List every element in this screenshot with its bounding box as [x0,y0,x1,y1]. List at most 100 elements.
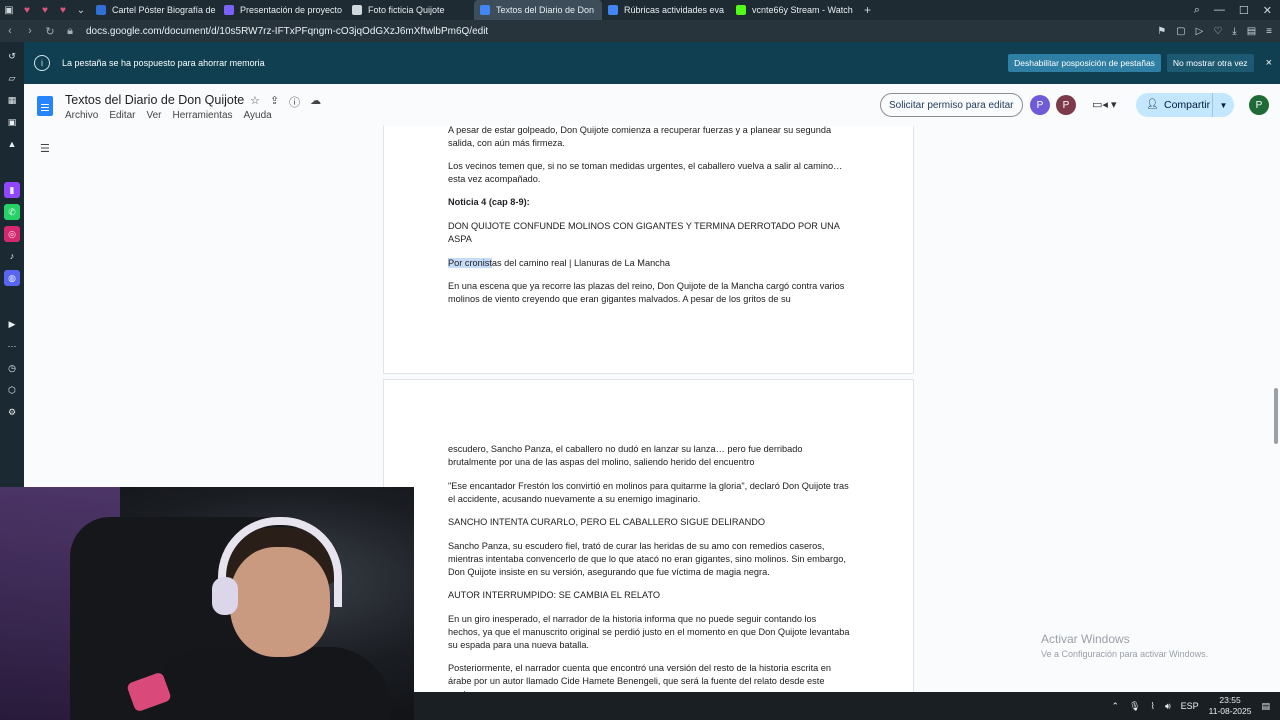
scrollbar[interactable] [1274,388,1278,444]
lock-icon: 🔒︎ [67,24,73,37]
instagram-icon[interactable]: ◎ [4,226,20,242]
player-icon[interactable]: ▶ [4,316,20,332]
tab-label: Presentación de proyecto [240,5,343,15]
clock-date: 11-08-2025 [1208,706,1252,716]
browser-tab[interactable]: Textos del Diario de Don [474,0,602,20]
request-edit-button[interactable]: Solicitar permiso para editar [880,93,1023,117]
favicon-icon [352,5,362,15]
favicon-icon [608,5,618,15]
details-icon[interactable]: ⓘ [289,94,300,110]
share-button[interactable]: 👤︎ Compartir ▼ [1136,93,1234,117]
news-icon[interactable]: ▦ [4,92,20,108]
paragraph: escudero, Sancho Panza, el caballero no … [448,444,803,467]
avatar[interactable]: P [1030,95,1050,115]
heart-icon[interactable]: ♥ [36,0,54,20]
star-icon[interactable]: ☆ [250,94,260,110]
close-icon[interactable]: × [1266,57,1272,69]
chevron-up-icon[interactable]: ⌃ [1112,701,1120,712]
wallet-icon[interactable]: ▤ [1247,26,1256,37]
menu-editar[interactable]: Editar [109,110,135,121]
tab-label: Foto ficticia Quijote [368,5,445,15]
search-icon[interactable]: ⌕ [1194,4,1200,17]
section-heading: SANCHO INTENTA CURARLO, PERO EL CABALLER… [448,517,766,527]
play-icon[interactable]: ▷ [1196,26,1204,37]
meet-icon[interactable]: ▭◂ ▾ [1092,98,1117,111]
new-tab-button[interactable]: + [858,3,877,17]
discord-icon[interactable]: ◍ [4,270,20,286]
paragraph: "Ese encantador Frestón los convirtió en… [448,481,849,504]
menu-ayuda[interactable]: Ayuda [244,110,272,121]
download-icon[interactable]: ⤓ [1232,26,1236,37]
close-icon[interactable]: ✕ [1263,4,1272,17]
tiktok-icon[interactable]: ♪ [4,248,20,264]
dont-show-again-button[interactable]: No mostrar otra vez [1166,54,1254,72]
maximize-icon[interactable]: ☐ [1239,4,1249,17]
browser-tab[interactable]: Presentación de proyecto [218,0,346,20]
extensions-icon[interactable]: ⬡ [4,382,20,398]
paragraph: En una escena que ya recorre las plazas … [448,281,845,304]
webcam-overlay [0,487,414,720]
paragraph: Sancho Panza, su escudero fiel, trató de… [448,541,846,577]
settings-icon[interactable]: ⚙ [4,404,20,420]
disable-snooze-button[interactable]: Deshabilitar posposición de pestañas [1008,54,1161,72]
tab-label: Textos del Diario de Don [496,5,595,15]
avatar[interactable]: P [1056,95,1076,115]
browser-tab[interactable]: Foto ficticia Quijote [346,0,474,20]
notifications-icon[interactable]: ▤ [1261,701,1270,712]
twitch-icon[interactable]: ▮ [4,182,20,198]
cube-icon[interactable]: ▱ [4,70,20,86]
notice-actions: Deshabilitar posposición de pestañas No … [1008,54,1280,72]
back-icon[interactable]: ‹ [0,25,20,37]
tab-snoozed-notice: i La pestaña se ha pospuesto para ahorra… [24,42,1280,84]
favicon-icon [736,5,746,15]
heart-icon[interactable]: ♡ [1213,26,1222,37]
language-indicator[interactable]: ESP [1181,701,1199,711]
address-bar: ‹ › ↻ 🔒︎ docs.google.com/document/d/10s5… [0,20,1280,42]
chevron-down-icon[interactable]: ▼ [1212,93,1234,117]
bookmark-icon[interactable]: ⚑ [1157,26,1166,37]
docs-logo-icon[interactable] [37,96,53,116]
favicon-icon [224,5,234,15]
aria-icon[interactable]: ▲ [4,136,20,152]
chevron-icon[interactable]: ⌄ [72,0,90,20]
network-icon[interactable]: ⌇ [1151,701,1155,712]
whatsapp-icon[interactable]: ✆ [4,204,20,220]
section-heading: AUTOR INTERRUMPIDO: SE CAMBIA EL RELATO [448,590,661,600]
chat-icon[interactable]: ▣ [4,114,20,130]
heart-icon[interactable]: ♥ [54,0,72,20]
browser-tab[interactable]: Rúbricas actividades eva [602,0,730,20]
reload-icon[interactable]: ↻ [40,25,60,38]
favicon-icon [480,5,490,15]
people-icon: 👤︎ [1146,99,1159,110]
url-field[interactable]: docs.google.com/document/d/10s5RW7rz-IFT… [86,26,488,37]
paragraph: A pesar de estar golpeado, Don Quijote c… [448,126,832,148]
forward-icon[interactable]: › [20,25,40,37]
more-icon[interactable]: ··· [4,338,20,354]
cloud-icon[interactable]: ☁ [310,94,321,110]
tab-label: Cartel Póster Biografía de [112,5,216,15]
heart-icon[interactable]: ♥ [18,0,36,20]
volume-icon[interactable]: 🔊︎ [1165,701,1171,712]
clock[interactable]: 23:55 11-08-2025 [1209,695,1252,717]
microphone-icon[interactable]: 🎙︎ [1129,701,1140,712]
move-icon[interactable]: ⇪ [270,94,279,110]
browser-tab[interactable]: vcnte66y Stream - Watch [730,0,858,20]
browser-tab[interactable]: Cartel Póster Biografía de [90,0,218,20]
snapshot-icon[interactable]: ▢ [1176,26,1185,37]
menu-archivo[interactable]: Archivo [65,110,98,121]
minimize-icon[interactable]: — [1214,4,1225,17]
document-title[interactable]: Textos del Diario de Don Quijote [65,93,244,107]
history-icon[interactable]: ↺ [4,48,20,64]
menu-icon[interactable]: ≡ [1266,26,1272,37]
selected-text[interactable]: Por cronist [448,258,492,268]
document-page: escudero, Sancho Panza, el caballero no … [383,379,914,720]
clock-icon[interactable]: ◷ [4,360,20,376]
menu-herramientas[interactable]: Herramientas [173,110,233,121]
byline-text: as del camino real | Llanuras de La Manc… [491,258,670,268]
outline-icon[interactable]: ☰ [40,142,50,155]
menu-ver[interactable]: Ver [146,110,161,121]
profile-avatar[interactable]: P [1249,95,1269,115]
window-controls: ⌕ — ☐ ✕ [1194,4,1280,17]
workspace-icon[interactable]: ▣ [0,0,18,20]
browser-tab-bar: ▣ ♥ ♥ ♥ ⌄ Cartel Póster Biografía de Pres… [0,0,1280,20]
